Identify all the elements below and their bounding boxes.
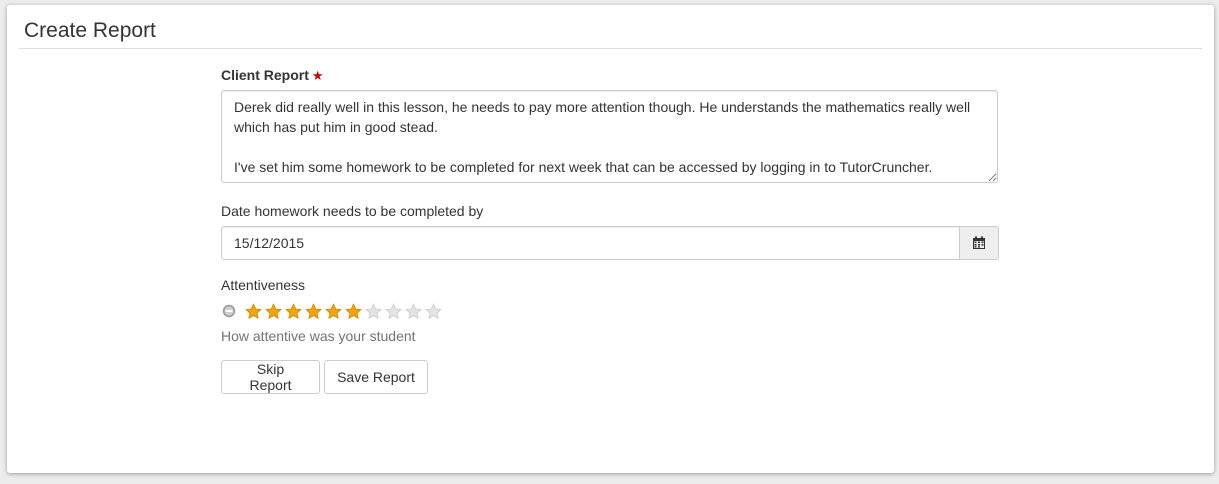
star-icon xyxy=(245,302,262,319)
star-icon xyxy=(365,302,382,319)
create-report-panel: Create Report Client Report ★ Derek did r… xyxy=(7,5,1214,473)
star-icon xyxy=(345,302,362,319)
required-star-icon: ★ xyxy=(311,68,324,83)
star-filled[interactable] xyxy=(285,302,302,320)
calendar-icon xyxy=(973,236,985,249)
homework-date-input[interactable] xyxy=(221,226,959,260)
star-icon xyxy=(385,302,402,319)
star-filled[interactable] xyxy=(265,302,282,320)
page-title: Create Report xyxy=(24,19,156,42)
homework-date-label: Date homework needs to be completed by xyxy=(221,203,484,219)
save-report-button[interactable]: Save Report xyxy=(324,360,428,394)
homework-date-group xyxy=(221,226,999,260)
star-filled[interactable] xyxy=(345,302,362,320)
star-icon xyxy=(285,302,302,319)
star-filled[interactable] xyxy=(325,302,342,320)
calendar-button[interactable] xyxy=(959,226,999,260)
skip-report-button[interactable]: Skip Report xyxy=(221,360,320,394)
star-icon xyxy=(265,302,282,319)
star-icon xyxy=(325,302,342,319)
attentiveness-help-text: How attentive was your student xyxy=(221,328,416,344)
client-report-label: Client Report ★ xyxy=(221,66,324,85)
star-empty[interactable] xyxy=(405,302,422,320)
attentiveness-label: Attentiveness xyxy=(221,277,306,293)
star-filled[interactable] xyxy=(245,302,262,320)
star-filled[interactable] xyxy=(305,302,322,320)
client-report-textarea[interactable]: Derek did really well in this lesson, he… xyxy=(221,90,998,183)
client-report-label-text: Client Report xyxy=(221,67,309,83)
star-empty[interactable] xyxy=(425,302,442,320)
star-icon xyxy=(425,302,442,319)
minus-circle-icon xyxy=(222,304,236,318)
star-empty[interactable] xyxy=(365,302,382,320)
star-icon xyxy=(305,302,322,319)
star-icon xyxy=(405,302,422,319)
title-divider xyxy=(19,48,1202,49)
attentiveness-rating xyxy=(222,302,445,320)
clear-rating-button[interactable] xyxy=(222,304,236,318)
star-empty[interactable] xyxy=(385,302,402,320)
